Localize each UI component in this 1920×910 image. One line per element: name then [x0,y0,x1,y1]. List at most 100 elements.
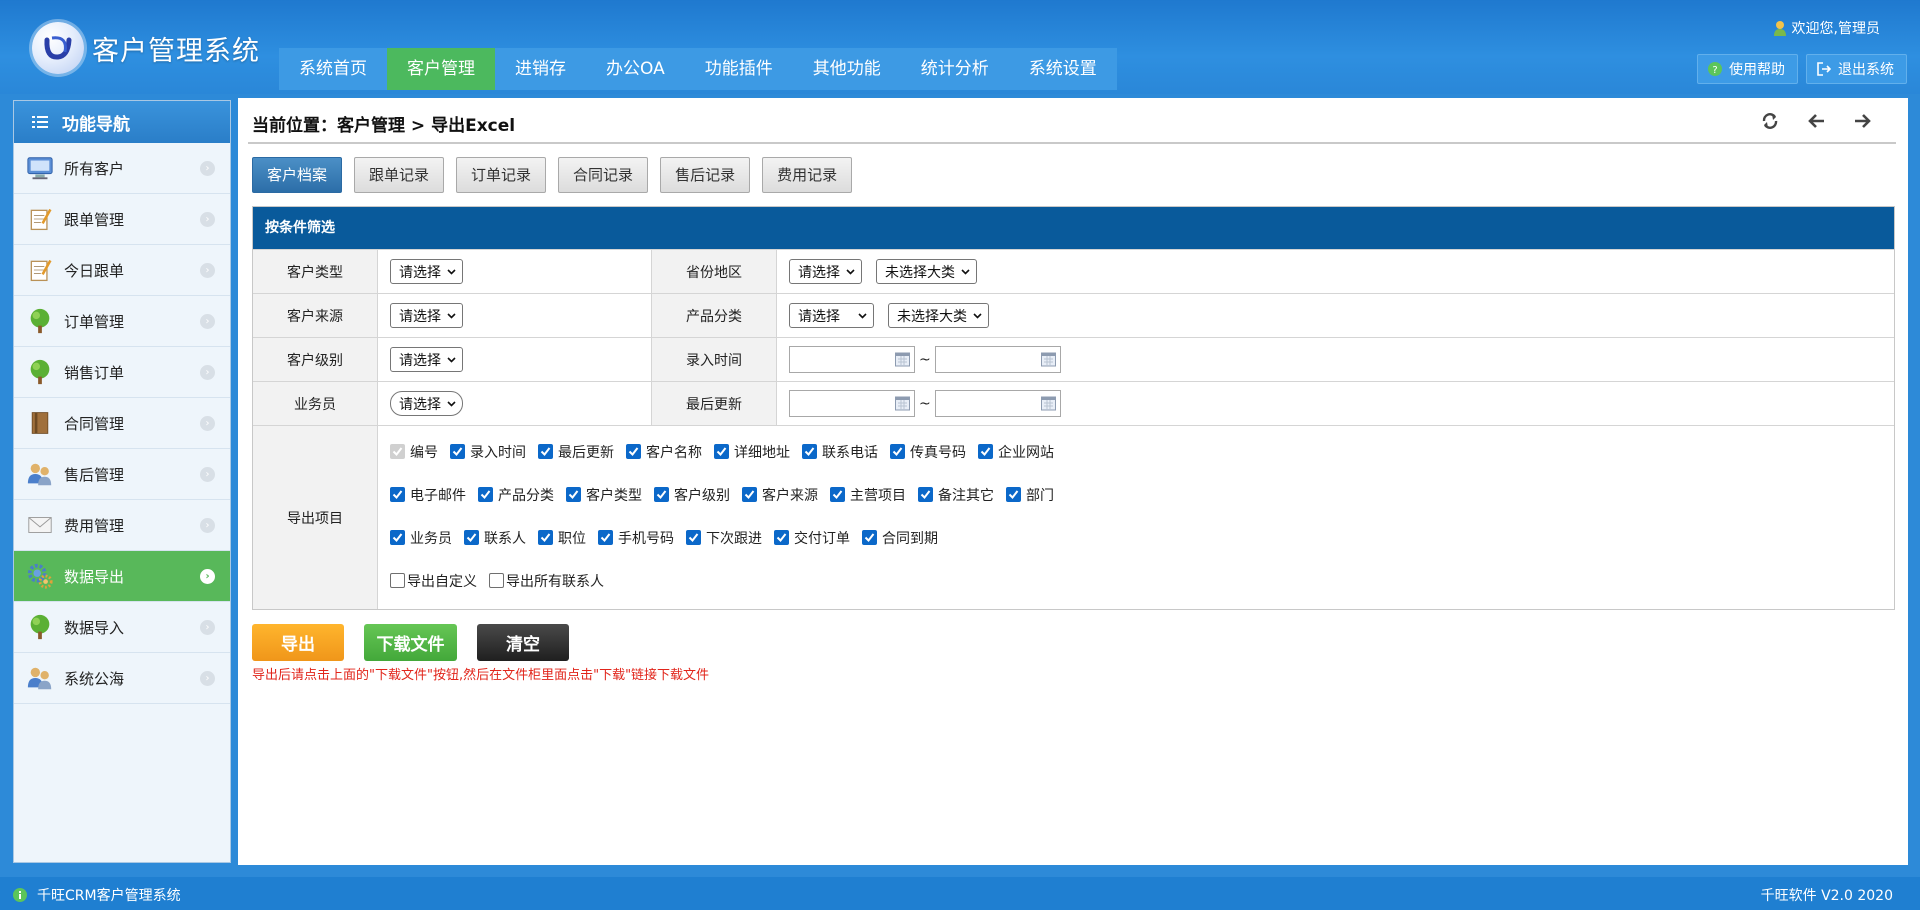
checked-box-icon [390,530,405,545]
sidebar-item-after-sales[interactable]: 售后管理 › [14,449,230,500]
forward-arrow-icon[interactable] [1851,110,1873,132]
export-field-checkbox[interactable]: 导出自定义 [390,571,477,591]
export-field-checkbox[interactable]: 下次跟进 [686,528,762,548]
sidebar-item-sales-orders[interactable]: 销售订单 › [14,347,230,398]
export-field-checkbox[interactable]: 手机号码 [598,528,674,548]
field-label: 省份地区 [652,250,777,293]
nav-item-office[interactable]: 办公OA [586,48,685,90]
chevron-down-icon [858,312,867,319]
checkbox-label: 下次跟进 [706,530,762,547]
sidebar-item-all-customers[interactable]: 所有客户 › [14,143,230,194]
export-field-checkbox[interactable]: 职位 [538,528,586,548]
checked-box-icon [862,530,877,545]
sidebar-item-expenses[interactable]: 费用管理 › [14,500,230,551]
sidebar-item-today-follow[interactable]: 今日跟单 › [14,245,230,296]
back-arrow-icon[interactable] [1806,110,1828,132]
export-field-checkbox[interactable]: 合同到期 [862,528,938,548]
tab-expense-records[interactable]: 费用记录 [762,157,853,193]
region-category-select[interactable]: 未选择大类 [876,259,977,284]
calendar-icon [895,396,910,411]
salesperson-select[interactable]: 请选择 [390,391,463,416]
customer-source-select[interactable]: 请选择 [390,303,463,328]
export-button[interactable]: 导出 [252,624,344,661]
checked-box-icon [390,444,405,459]
product-subcategory-select[interactable]: 未选择大类 [888,303,989,328]
entry-date-end-input[interactable] [934,346,1061,373]
nav-item-plugins[interactable]: 功能插件 [685,48,793,90]
customer-type-select[interactable]: 请选择 [390,259,463,284]
export-field-checkbox[interactable]: 备注其它 [918,485,994,505]
checked-box-icon [890,444,905,459]
export-field-checkbox[interactable]: 客户级别 [654,485,730,505]
monitor-icon [25,153,55,183]
export-field-checkbox[interactable]: 部门 [1006,485,1054,505]
update-date-start-input[interactable] [789,390,915,417]
footer-left: 千旺CRM客户管理系统 [13,885,181,905]
download-file-button[interactable]: 下载文件 [364,624,457,661]
export-field-checkbox[interactable]: 主营项目 [830,485,906,505]
export-field-checkbox[interactable]: 编号 [390,442,438,462]
customer-level-select[interactable]: 请选择 [390,347,463,372]
sidebar-item-public-pool[interactable]: 系统公海 › [14,653,230,704]
export-field-checkbox[interactable]: 导出所有联系人 [489,571,604,591]
checked-box-icon [538,444,553,459]
nav-item-customers[interactable]: 客户管理 [387,48,495,90]
tab-after-sales-records[interactable]: 售后记录 [660,157,751,193]
tab-follow-records[interactable]: 跟单记录 [354,157,445,193]
notepad-icon [25,204,55,234]
export-field-checkbox[interactable]: 业务员 [390,528,452,548]
checkbox-label: 职位 [558,530,586,547]
help-button[interactable]: ? 使用帮助 [1697,54,1798,84]
filter-title: 按条件筛选 [253,207,1894,249]
nav-item-other[interactable]: 其他功能 [793,48,901,90]
chevron-right-icon: › [200,620,215,635]
export-field-checkbox[interactable]: 传真号码 [890,442,966,462]
export-field-checkbox[interactable]: 录入时间 [450,442,526,462]
export-field-checkbox[interactable]: 客户来源 [742,485,818,505]
logout-button[interactable]: 退出系统 [1806,54,1907,84]
export-field-checkbox[interactable]: 最后更新 [538,442,614,462]
nav-item-home[interactable]: 系统首页 [279,48,387,90]
product-category-select[interactable]: 请选择 [789,303,874,328]
filter-row: 客户来源 请选择 产品分类 请选择 未选择大类 [253,293,1894,337]
export-field-checkbox[interactable]: 客户类型 [566,485,642,505]
tab-order-records[interactable]: 订单记录 [456,157,547,193]
export-field-checkbox[interactable]: 详细地址 [714,442,790,462]
checked-box-icon [1006,487,1021,502]
export-field-checkbox[interactable]: 联系电话 [802,442,878,462]
export-field-checkbox[interactable]: 客户名称 [626,442,702,462]
export-field-checkbox[interactable]: 企业网站 [978,442,1054,462]
entry-date-start-input[interactable] [789,346,915,373]
sidebar-item-data-import[interactable]: 数据导入 › [14,602,230,653]
clear-button[interactable]: 清空 [477,624,569,661]
filter-row: 客户类型 请选择 省份地区 请选择 未选择大类 [253,249,1894,293]
checkbox-line: 导出自定义 导出所有联系人 [390,559,1894,602]
province-select[interactable]: 请选择 [789,259,862,284]
update-date-end-input[interactable] [934,390,1061,417]
checkbox-label: 业务员 [410,530,452,547]
export-field-checkbox[interactable]: 产品分类 [478,485,554,505]
select-value: 请选择 [798,264,840,281]
checkbox-label: 手机号码 [618,530,674,547]
nav-item-settings[interactable]: 系统设置 [1009,48,1117,90]
nav-item-stats[interactable]: 统计分析 [901,48,1009,90]
export-field-checkbox[interactable]: 电子邮件 [390,485,466,505]
top-nav: 系统首页 客户管理 进销存 办公OA 功能插件 其他功能 统计分析 系统设置 [279,48,1117,90]
chevron-right-icon: › [200,314,215,329]
sidebar-item-orders[interactable]: 订单管理 › [14,296,230,347]
export-field-checkbox[interactable]: 联系人 [464,528,526,548]
tab-contract-records[interactable]: 合同记录 [558,157,649,193]
refresh-icon[interactable] [1759,110,1781,132]
tab-customer-profile[interactable]: 客户档案 [252,157,343,193]
sidebar-item-follow-up[interactable]: 跟单管理 › [14,194,230,245]
checked-box-icon [654,487,669,502]
nav-item-inventory[interactable]: 进销存 [495,48,586,90]
main-panel: 当前位置：客户管理 > 导出Excel 客户档案 跟单记录 订单记录 合同记录 … [238,98,1908,865]
checkbox-label: 详细地址 [734,444,790,461]
export-field-checkbox[interactable]: 交付订单 [774,528,850,548]
field-label: 客户来源 [253,294,378,337]
sidebar-item-contracts[interactable]: 合同管理 › [14,398,230,449]
checked-box-icon [566,487,581,502]
chevron-right-icon: › [200,569,215,584]
sidebar-item-data-export[interactable]: 数据导出 › [14,551,230,602]
